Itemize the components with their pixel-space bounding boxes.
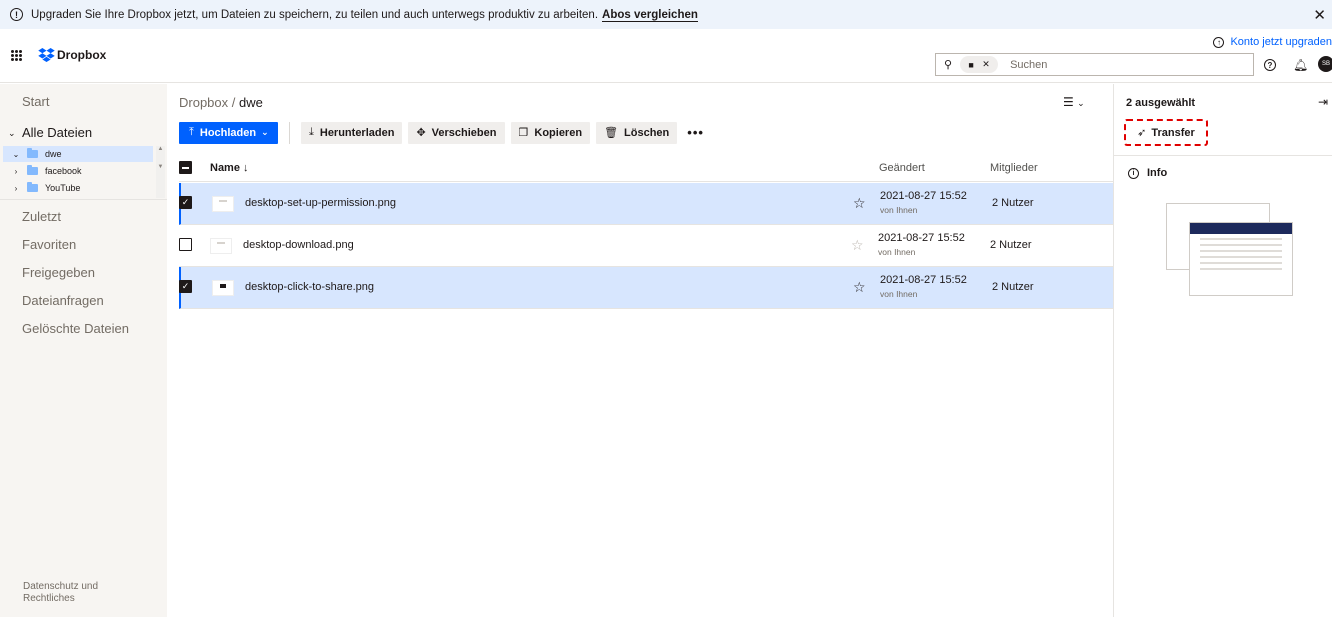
- chevron-right-icon[interactable]: ›: [9, 167, 23, 176]
- tree-item-dwe[interactable]: ⌄ dwe: [3, 146, 153, 162]
- folder-tree: ⌄ dwe › facebook › YouTube ▲ ▼: [0, 146, 167, 198]
- modified-cell: 2021-08-27 15:52 von Ihnen: [878, 232, 965, 257]
- chevron-right-icon[interactable]: ›: [9, 184, 23, 193]
- upload-icon: ⤒: [189, 126, 194, 138]
- file-name[interactable]: desktop-download.png: [243, 239, 354, 251]
- tree-scrollbar[interactable]: ▲ ▼: [156, 146, 165, 198]
- close-icon[interactable]: ✕: [1313, 6, 1326, 24]
- dropbox-logo-icon: [38, 48, 55, 62]
- upgrade-account-link[interactable]: ↑ Konto jetzt upgraden: [1213, 36, 1332, 48]
- members-cell[interactable]: 2 Nutzer: [990, 239, 1032, 251]
- file-name[interactable]: desktop-click-to-share.png: [245, 281, 374, 293]
- sidebar-item-file-requests[interactable]: Dateianfragen: [22, 293, 104, 308]
- trash-icon: 🗑︎: [604, 127, 619, 139]
- row-checkbox[interactable]: ✓: [179, 280, 192, 293]
- app-grid-icon[interactable]: [11, 50, 22, 61]
- move-button[interactable]: ✥ Verschieben: [408, 121, 505, 144]
- modified-cell: 2021-08-27 15:52 von Ihnen: [880, 274, 967, 299]
- privacy-link[interactable]: Datenschutz und Rechtliches: [23, 581, 123, 605]
- help-icon[interactable]: ?: [1264, 59, 1276, 71]
- table-row[interactable]: desktop-download.png ☆ 2021-08-27 15:52 v…: [179, 225, 1113, 267]
- file-name[interactable]: desktop-set-up-permission.png: [245, 197, 396, 209]
- chevron-down-icon: ⌄: [1077, 98, 1085, 108]
- folder-icon: ■: [968, 59, 974, 70]
- table-header: Name ↓ Geändert Mitglieder: [179, 154, 1113, 182]
- table-row[interactable]: ✓ desktop-click-to-share.png ☆ 2021-08-2…: [179, 267, 1113, 309]
- search-bar: ⚲ ■ ✕: [935, 53, 1254, 76]
- sidebar-item-recent[interactable]: Zuletzt: [22, 209, 61, 224]
- sidebar-item-all-files[interactable]: Alle Dateien: [22, 125, 92, 140]
- members-cell[interactable]: 2 Nutzer: [992, 197, 1034, 209]
- info-icon: i: [1128, 167, 1139, 179]
- details-panel: 2 ausgewählt ⇥ ➶ Transfer i Info: [1113, 84, 1332, 617]
- more-options-icon[interactable]: •••: [687, 125, 704, 140]
- view-switcher[interactable]: ☰ ⌄: [1063, 95, 1085, 109]
- download-icon: ⤓: [309, 126, 314, 138]
- file-thumbnail: [212, 280, 234, 296]
- search-input[interactable]: [1010, 58, 1231, 71]
- info-icon: !: [10, 8, 23, 21]
- chevron-down-icon[interactable]: ⌄: [9, 150, 23, 159]
- collapse-panel-icon[interactable]: ⇥: [1318, 95, 1328, 109]
- folder-icon: [27, 165, 38, 175]
- banner-text: Upgraden Sie Ihre Dropbox jetzt, um Date…: [31, 9, 698, 22]
- members-cell[interactable]: 2 Nutzer: [992, 281, 1034, 293]
- divider: [1114, 155, 1332, 156]
- delete-button[interactable]: 🗑︎ Löschen: [596, 121, 678, 144]
- modified-cell: 2021-08-27 15:52 von Ihnen: [880, 190, 967, 215]
- tree-item-facebook[interactable]: › facebook: [3, 163, 153, 179]
- file-thumbnail: [212, 196, 234, 212]
- star-icon[interactable]: ☆: [853, 279, 866, 296]
- upgrade-banner: ! Upgraden Sie Ihre Dropbox jetzt, um Da…: [0, 0, 1332, 29]
- sidebar-item-start[interactable]: Start: [22, 94, 49, 109]
- compare-plans-link[interactable]: Abos vergleichen: [602, 9, 698, 22]
- star-icon[interactable]: ☆: [851, 237, 864, 254]
- avatar[interactable]: SB: [1318, 56, 1332, 72]
- upload-button[interactable]: ⤒ Hochladen ⌄: [179, 121, 278, 144]
- info-section[interactable]: i Info: [1128, 167, 1167, 179]
- breadcrumb-current: dwe: [239, 95, 263, 110]
- column-name[interactable]: Name ↓: [210, 162, 249, 174]
- selection-count: 2 ausgewählt: [1126, 97, 1196, 109]
- copy-icon: ❐: [518, 127, 529, 139]
- column-members[interactable]: Mitglieder: [990, 162, 1038, 174]
- list-view-icon: ☰: [1063, 95, 1074, 109]
- chevron-down-icon[interactable]: ⌄: [8, 128, 16, 139]
- star-icon[interactable]: ☆: [853, 195, 866, 212]
- divider: [289, 121, 290, 144]
- folder-icon: [27, 182, 38, 192]
- select-all-checkbox[interactable]: [179, 161, 192, 174]
- transfer-button[interactable]: ➶ Transfer: [1124, 119, 1208, 146]
- column-modified[interactable]: Geändert: [879, 162, 925, 174]
- breadcrumb: Dropbox / dwe: [179, 95, 263, 110]
- folder-filter-chip[interactable]: ■ ✕: [960, 56, 999, 73]
- arrow-up-circle-icon: ↑: [1213, 36, 1225, 48]
- search-icon: ⚲: [944, 59, 953, 71]
- tree-item-youtube[interactable]: › YouTube: [3, 180, 153, 196]
- row-checkbox[interactable]: [179, 238, 192, 251]
- dropbox-logo[interactable]: Dropbox: [38, 48, 106, 62]
- table-row[interactable]: ✓ desktop-set-up-permission.png ☆ 2021-0…: [179, 183, 1113, 225]
- preview-thumbnail: [1189, 222, 1293, 296]
- sort-arrow-down-icon: ↓: [243, 162, 249, 174]
- copy-button[interactable]: ❐ Kopieren: [510, 121, 591, 144]
- sidebar-item-favorites[interactable]: Favoriten: [22, 237, 76, 252]
- move-icon: ✥: [416, 127, 426, 139]
- file-thumbnail: [210, 238, 232, 254]
- divider: [0, 199, 167, 200]
- sidebar-item-deleted-files[interactable]: Gelöschte Dateien: [22, 321, 129, 336]
- sidebar-item-shared[interactable]: Freigegeben: [22, 265, 95, 280]
- sidebar: Start ⌄ Alle Dateien ⌄ dwe › facebook › You…: [0, 84, 167, 617]
- top-bar: Dropbox ↑ Konto jetzt upgraden ⚲ ■ ✕ ? 🔔…: [0, 29, 1332, 83]
- file-toolbar: ⤒ Hochladen ⌄ ⤓ Herunterladen ✥ Verschie…: [179, 121, 704, 144]
- folder-icon: [27, 148, 38, 158]
- chevron-down-icon: ⌄: [261, 127, 269, 137]
- clear-filter-icon[interactable]: ✕: [982, 59, 990, 70]
- breadcrumb-root[interactable]: Dropbox: [179, 95, 228, 110]
- download-button[interactable]: ⤓ Herunterladen: [301, 121, 403, 144]
- send-icon: ➶: [1137, 127, 1147, 139]
- bell-icon[interactable]: 🔔︎: [1293, 58, 1308, 72]
- row-checkbox[interactable]: ✓: [179, 196, 192, 209]
